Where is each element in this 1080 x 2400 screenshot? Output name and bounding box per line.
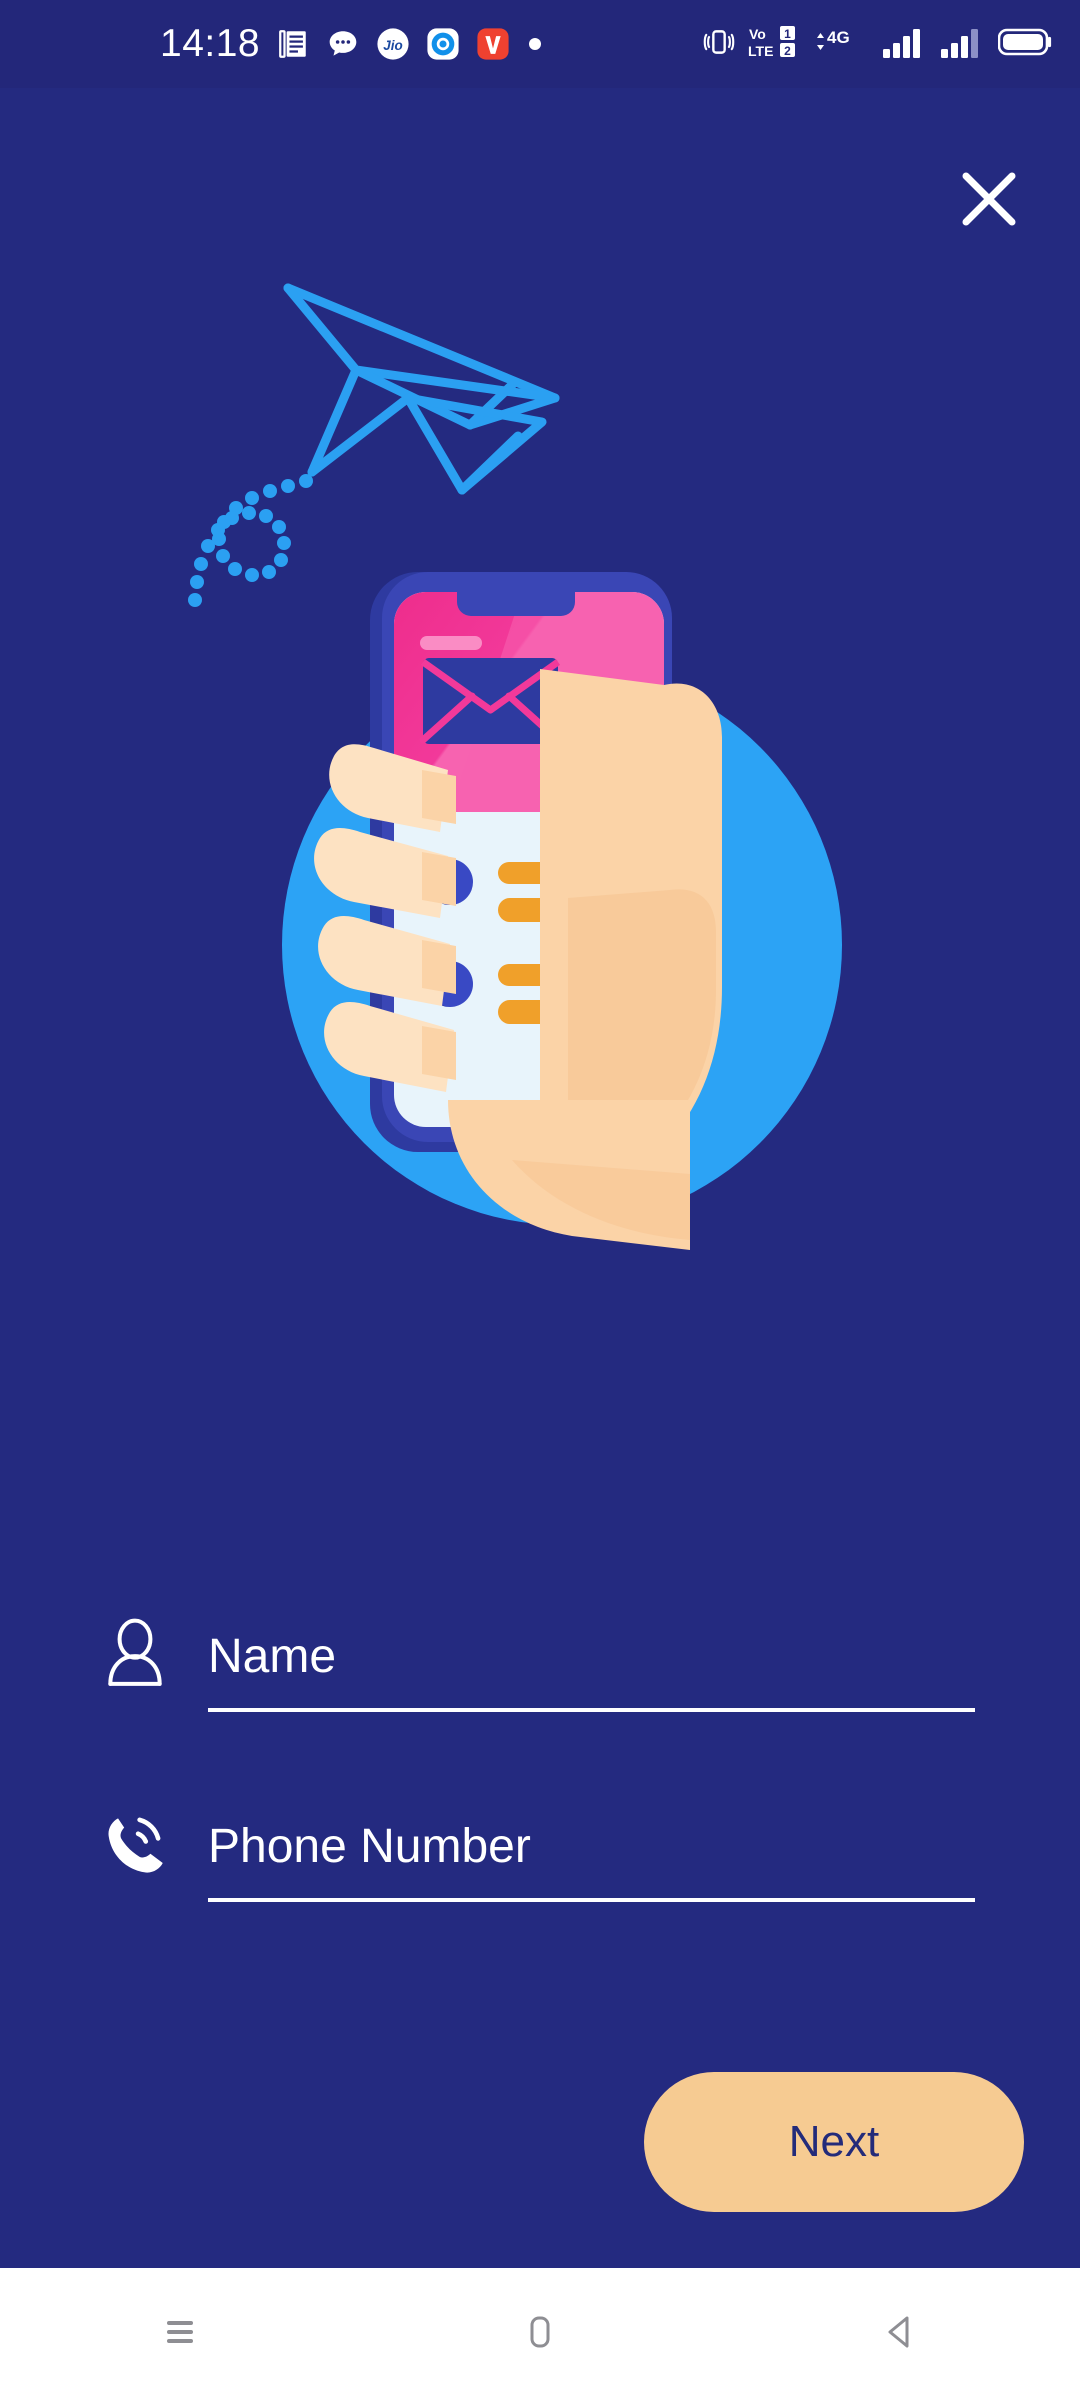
svg-text:1: 1 [784, 27, 791, 41]
status-bar-left: 14:18 Jio [160, 22, 544, 66]
svg-text:Vo: Vo [749, 26, 766, 42]
signup-form [0, 1590, 1080, 1970]
svg-text:4G: 4G [827, 28, 850, 47]
jio-app-icon: Jio [376, 27, 410, 61]
nav-home-button[interactable] [460, 2268, 620, 2400]
vibrate-icon [702, 25, 736, 64]
signal-sim1-icon [882, 25, 928, 64]
name-input[interactable] [208, 1608, 975, 1704]
phone-number-input[interactable] [208, 1798, 975, 1894]
next-button[interactable]: Next [644, 2072, 1024, 2212]
field-phone[interactable] [0, 1780, 1080, 1930]
phone-ringing-icon [96, 1804, 174, 1882]
status-bar-clock: 14:18 [160, 22, 261, 65]
signal-sim2-icon [940, 25, 986, 64]
hand-holding-phone-graphic [272, 560, 852, 1255]
svg-text:Jio: Jio [383, 38, 402, 53]
dot-icon [526, 35, 544, 53]
name-field-underline [208, 1708, 975, 1712]
close-button[interactable] [944, 156, 1034, 246]
status-bar: 14:18 Jio Vo LTE 1 2 4G [0, 0, 1080, 88]
status-bar-right: Vo LTE 1 2 4G [702, 24, 1054, 65]
svg-text:2: 2 [784, 44, 791, 58]
news-document-icon [276, 27, 310, 61]
person-icon [96, 1614, 174, 1692]
nav-back-button[interactable] [820, 2268, 980, 2400]
volte-dual-sim-icon: Vo LTE 1 2 [748, 24, 800, 65]
v-app-icon [476, 27, 510, 61]
hamburger-menu-icon [157, 2309, 203, 2360]
field-name[interactable] [0, 1590, 1080, 1740]
4g-data-icon: 4G [812, 24, 870, 65]
hero-illustration [0, 240, 1080, 1270]
chat-bubble-icon [326, 27, 360, 61]
close-icon [958, 168, 1020, 235]
android-navigation-bar [0, 2268, 1080, 2400]
back-triangle-icon [877, 2309, 923, 2360]
battery-icon [997, 26, 1054, 63]
phone-field-underline [208, 1898, 975, 1902]
home-square-icon [517, 2309, 563, 2360]
ring-app-icon [426, 27, 460, 61]
svg-text:LTE: LTE [748, 43, 773, 59]
nav-recents-button[interactable] [100, 2268, 260, 2400]
